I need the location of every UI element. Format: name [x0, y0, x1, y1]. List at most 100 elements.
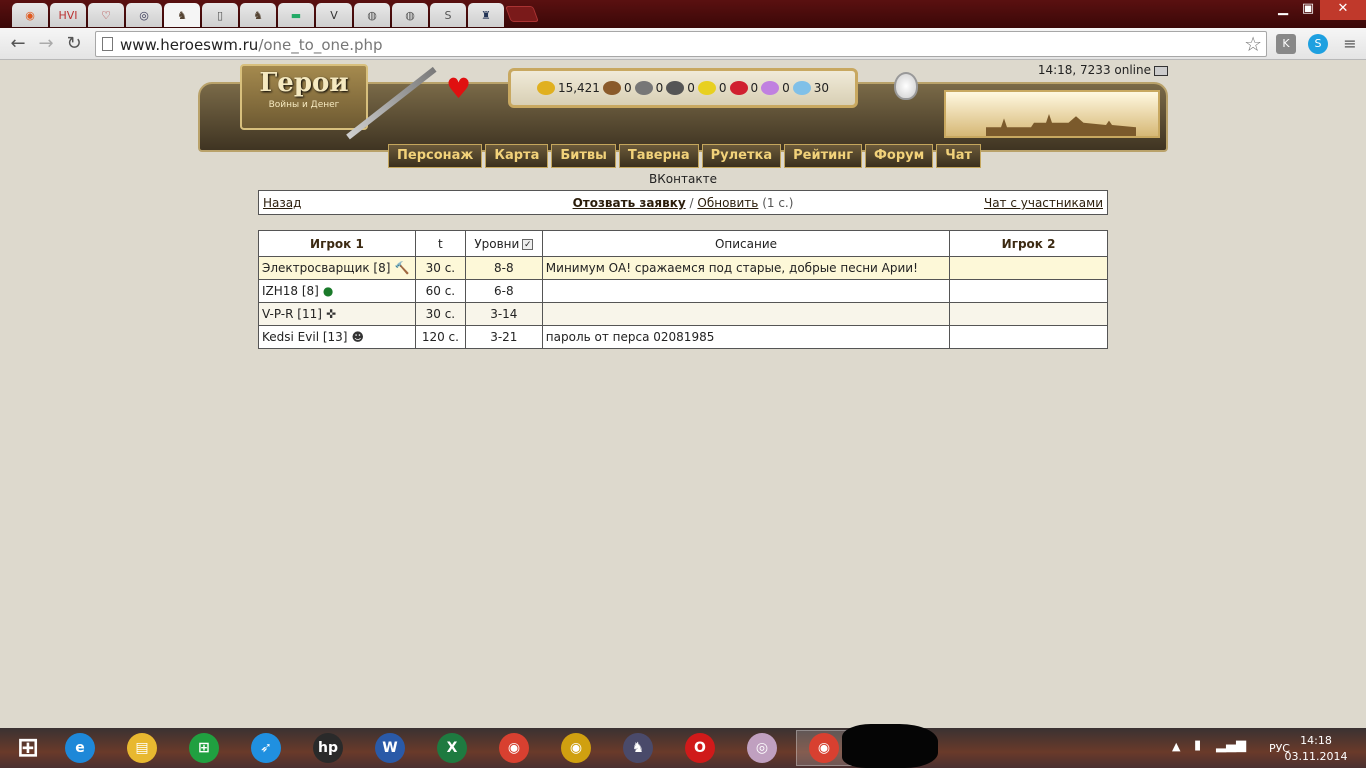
- menu-item-2[interactable]: Битвы: [551, 144, 616, 168]
- player1-cell[interactable]: V-P-R [11] ✜: [258, 302, 416, 326]
- network-icon[interactable]: ▂▄▆: [1216, 738, 1246, 753]
- browser-tab-4[interactable]: ♞: [164, 3, 200, 27]
- browser-tab-3[interactable]: ◎: [126, 3, 162, 27]
- taskbar-store[interactable]: ⊞: [176, 730, 232, 766]
- levels-cell: 6-8: [464, 279, 543, 303]
- table-row: Электросварщик [8] 🔨 30 с. 8-8 Минимум ОА! с…: [258, 256, 1108, 280]
- browser-tab-0[interactable]: ◉: [12, 3, 48, 27]
- clock-date[interactable]: 03.11.2014: [1284, 750, 1348, 763]
- power-icon[interactable]: ▮: [1194, 738, 1201, 753]
- menu-item-1[interactable]: Карта: [485, 144, 549, 168]
- page-icon: [102, 37, 113, 51]
- skype-icon[interactable]: S: [1308, 34, 1328, 54]
- withdraw-request-link[interactable]: Отозвать заявку: [573, 196, 686, 210]
- reload-icon[interactable]: ↻: [62, 32, 86, 56]
- player1-cell[interactable]: Электросварщик [8] 🔨: [258, 256, 416, 280]
- levels-checkbox[interactable]: ✓: [522, 238, 534, 250]
- player2-cell[interactable]: [949, 279, 1108, 303]
- player2-cell[interactable]: [949, 325, 1108, 349]
- menu-item-0[interactable]: Персонаж: [388, 144, 483, 168]
- tab-favicon-icon: ▯: [216, 8, 224, 22]
- tab-favicon-icon: ♞: [177, 8, 187, 22]
- browser-tab-9[interactable]: ◍: [354, 3, 390, 27]
- start-button[interactable]: ⊞: [0, 730, 56, 766]
- table-row: V-P-R [11] ✜ 30 с. 3-14: [258, 302, 1108, 326]
- gold-value: 15,421: [557, 81, 600, 95]
- disc-icon: ◎: [747, 733, 777, 763]
- levels-cell: 8-8: [464, 256, 543, 280]
- crystals-icon: [729, 81, 748, 95]
- maximize-button[interactable]: ▣: [1296, 0, 1320, 20]
- taskbar-internet-explorer[interactable]: e: [52, 730, 108, 766]
- sulfur-value: 0: [718, 81, 727, 95]
- minimize-button[interactable]: ▁: [1270, 0, 1296, 20]
- taskbar-file-explorer[interactable]: ▤: [114, 730, 170, 766]
- menu-icon[interactable]: ≡: [1340, 34, 1360, 54]
- player1-cell[interactable]: Kedsi Evil [13] ☻: [258, 325, 416, 349]
- menu-item-4[interactable]: Рулетка: [701, 144, 782, 168]
- browser-tab-12[interactable]: ♜: [468, 3, 504, 27]
- browser-tab-7[interactable]: ▬: [278, 3, 314, 27]
- taskbar-rocket[interactable]: ➶: [238, 730, 294, 766]
- extension-k-icon[interactable]: K: [1276, 34, 1296, 54]
- menu-item-6[interactable]: Форум: [865, 144, 934, 168]
- forward-arrow-icon[interactable]: →: [34, 32, 58, 56]
- clock-time[interactable]: 14:18: [1286, 734, 1346, 747]
- close-window-button[interactable]: ✕: [1320, 0, 1366, 20]
- show-hidden-icons-arrow[interactable]: ▲: [1172, 740, 1180, 753]
- ore-value: 0: [655, 81, 664, 95]
- browser-tab-10[interactable]: ◍: [392, 3, 428, 27]
- city-picture[interactable]: [944, 90, 1160, 138]
- taskbar-hp[interactable]: hp: [300, 730, 356, 766]
- table-row: Kedsi Evil [13] ☻ 120 с. 3-21 пароль от перс…: [258, 325, 1108, 349]
- browser-tab-6[interactable]: ♞: [240, 3, 276, 27]
- back-arrow-icon[interactable]: ←: [6, 32, 30, 56]
- browser-tab-2[interactable]: ♡: [88, 3, 124, 27]
- taskbar-excel[interactable]: X: [424, 730, 480, 766]
- description-cell: пароль от перса 02081985: [541, 325, 951, 349]
- refresh-link[interactable]: Обновить: [697, 196, 758, 210]
- chat-with-participants-link[interactable]: Чат с участниками: [984, 196, 1103, 210]
- game-logo[interactable]: Герои Войны и Денег: [240, 64, 368, 130]
- tab-favicon-icon: V: [330, 8, 338, 22]
- description-cell: Минимум ОА! сражаемся под старые, добрые…: [541, 256, 951, 280]
- rocket-icon: ➶: [251, 733, 281, 763]
- address-bar[interactable]: www.heroeswm.ru/one_to_one.php ☆: [95, 31, 1267, 57]
- browser-tab-8[interactable]: V: [316, 3, 352, 27]
- tab-favicon-icon: ♞: [253, 8, 263, 22]
- taskbar-heroes-game[interactable]: ♞: [610, 730, 666, 766]
- browser-tab-1[interactable]: HVI: [50, 3, 86, 27]
- table-row: IZH18 [8] ● 60 с. 6-8: [258, 279, 1108, 303]
- time-cell: 30 с.: [414, 302, 466, 326]
- nav-separator: /: [689, 196, 694, 210]
- mail-icon[interactable]: [1154, 65, 1168, 76]
- url-text: www.heroeswm.ru/one_to_one.php: [120, 36, 383, 54]
- taskbar-word[interactable]: W: [362, 730, 418, 766]
- new-tab-button[interactable]: [505, 6, 539, 22]
- menu-item-3[interactable]: Таверна: [618, 144, 699, 168]
- diamonds-icon: [792, 81, 811, 95]
- browser-tab-11[interactable]: S: [430, 3, 466, 27]
- time-cell: 30 с.: [414, 256, 466, 280]
- taskbar-media[interactable]: ◉: [548, 730, 604, 766]
- media-icon: ◉: [561, 733, 591, 763]
- vkontakte-link[interactable]: ВКонтакте: [0, 172, 1366, 186]
- player2-cell[interactable]: [949, 256, 1108, 280]
- bookmark-star-icon[interactable]: ☆: [1244, 32, 1262, 56]
- player2-cell[interactable]: [949, 302, 1108, 326]
- store-icon: ⊞: [189, 733, 219, 763]
- menu-item-7[interactable]: Чат: [936, 144, 982, 168]
- player1-cell[interactable]: IZH18 [8] ●: [258, 279, 416, 303]
- description-cell: [541, 279, 951, 303]
- menu-item-5[interactable]: Рейтинг: [784, 144, 863, 168]
- taskbar-disc[interactable]: ◎: [734, 730, 790, 766]
- taskbar-chrome[interactable]: ◉: [486, 730, 542, 766]
- browser-tab-5[interactable]: ▯: [202, 3, 238, 27]
- refresh-note: (1 с.): [762, 196, 794, 210]
- tab-favicon-icon: ◍: [405, 8, 415, 22]
- taskbar-opera[interactable]: O: [672, 730, 728, 766]
- duel-nav-bar: Назад Отозвать заявку / Обновить (1 с.) …: [258, 190, 1108, 215]
- flask-icon[interactable]: [894, 72, 918, 100]
- heart-icon[interactable]: ♥: [446, 72, 471, 105]
- leaf-icon: ●: [322, 284, 334, 298]
